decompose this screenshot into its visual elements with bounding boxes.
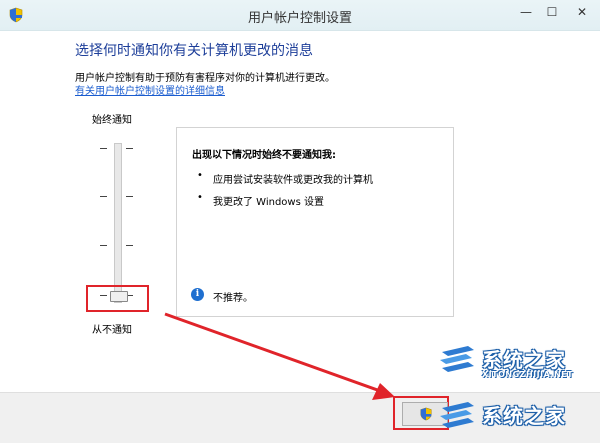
page-heading: 选择何时通知你有关计算机更改的消息 [75,43,313,59]
uac-shield-icon [420,407,432,421]
slider-tick [100,245,107,246]
slider-tick [126,148,133,149]
bullet-glyph: • [197,170,203,181]
bullet-glyph: • [197,192,203,203]
maximize-button[interactable]: ☐ [538,2,566,22]
minimize-button[interactable]: — [512,2,540,22]
watermark: 系统之家 XITONGZHIJIA.NET [438,340,598,386]
description-panel: 出现以下情况时始终不要通知我: • 应用尝试安装软件或更改我的计算机 • 我更改… [176,127,454,317]
help-link[interactable]: 有关用户帐户控制设置的详细信息 [75,82,225,97]
panel-title: 出现以下情况时始终不要通知我: [192,150,336,161]
watermark-text: 系统之家 [482,348,566,372]
close-button[interactable]: ✕ [566,2,598,22]
notification-level-slider[interactable] [114,143,122,303]
watermark-text: 系统之家 [482,404,566,428]
not-recommended-note: 不推荐。 [213,293,253,304]
panel-bullet: 我更改了 Windows 设置 [213,197,324,208]
slider-tick [100,196,107,197]
watermark-logo-icon [440,346,474,372]
slider-top-label: 始终通知 [92,115,132,126]
thumb-highlight-box [86,285,149,312]
slider-bottom-label: 从不通知 [92,325,132,336]
slider-tick [126,245,133,246]
slider-tick [126,196,133,197]
watermark-subtext: XITONGZHIJIA.NET [482,370,574,379]
info-icon: i [191,288,204,301]
slider-tick [100,148,107,149]
watermark-logo-icon [440,402,474,428]
watermark: 系统之家 [438,396,598,436]
window-title: 用户帐户控制设置 [247,11,352,26]
panel-bullet: 应用尝试安装软件或更改我的计算机 [213,175,373,186]
main-content: 选择何时通知你有关计算机更改的消息 用户帐户控制有助于预防有害程序对你的计算机进… [0,31,600,392]
title-bar: 用户帐户控制设置 — ☐ ✕ [0,0,600,31]
